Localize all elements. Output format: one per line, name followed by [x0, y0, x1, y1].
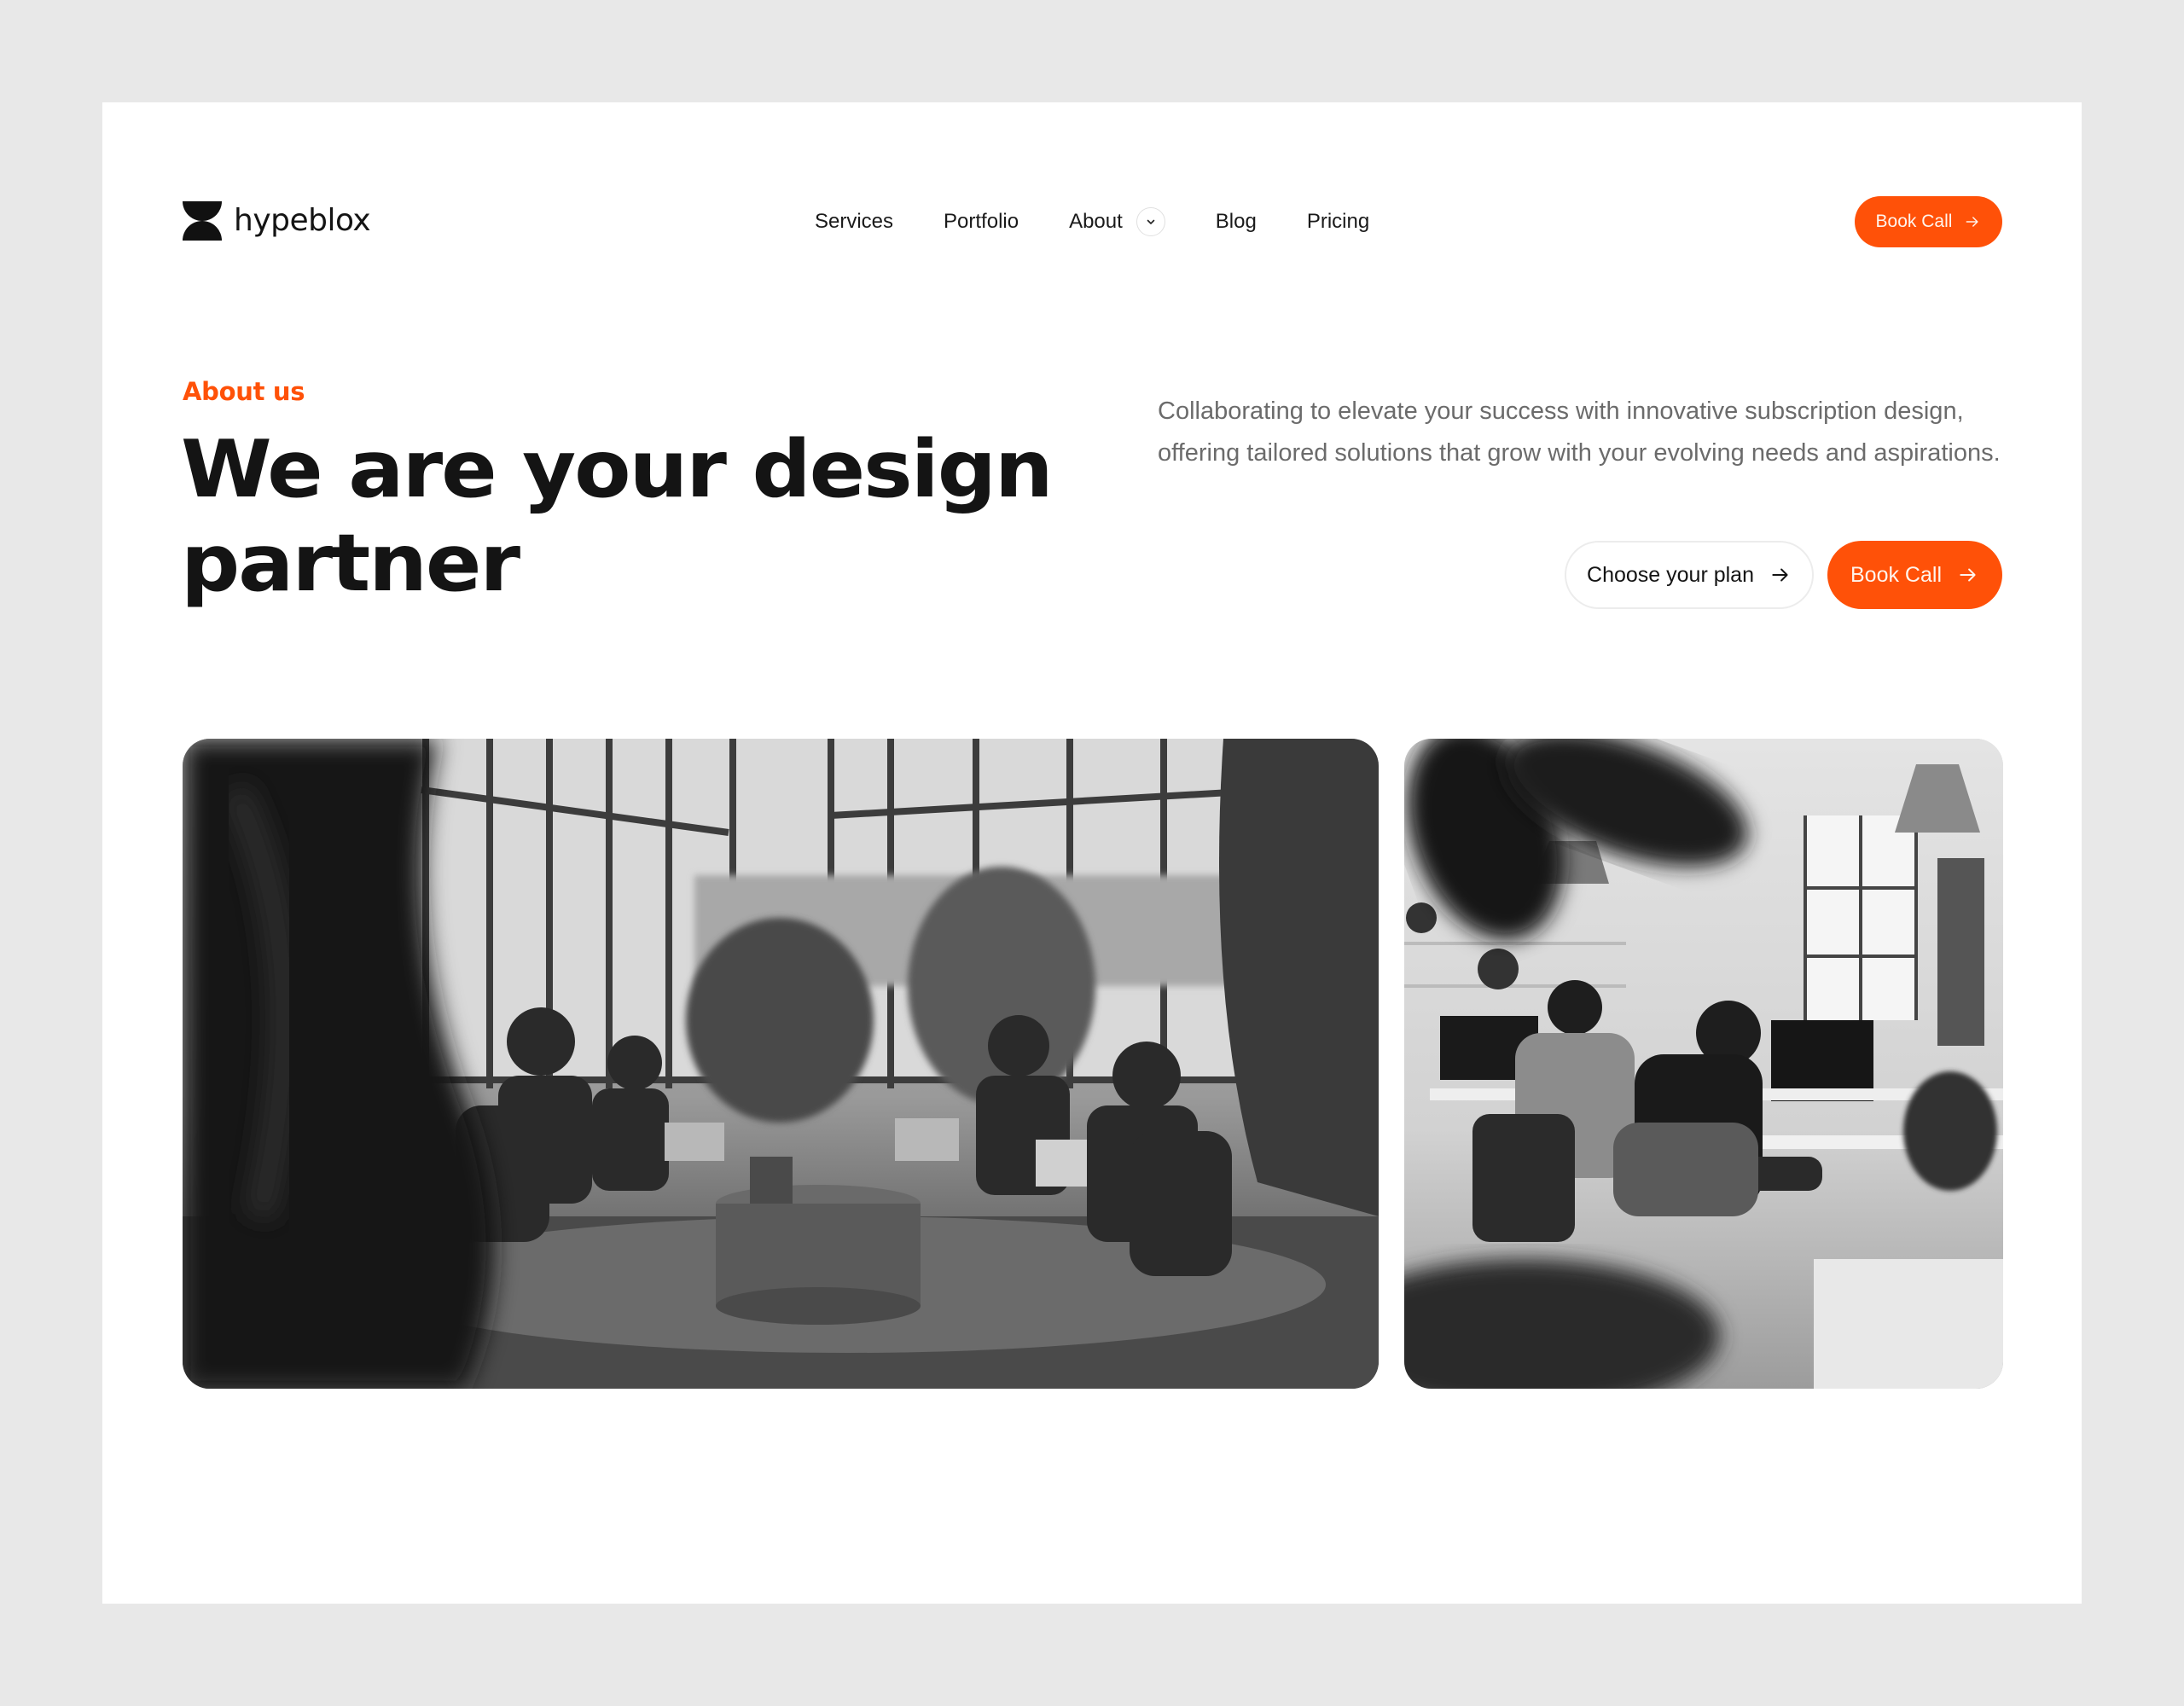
chevron-down-icon: [1147, 219, 1155, 224]
about-dropdown-toggle[interactable]: [1136, 207, 1165, 236]
nav-item-about[interactable]: About: [1069, 207, 1165, 236]
brand-name: hypeblox: [234, 203, 371, 238]
hero-headline: We are your design partner: [181, 422, 1068, 610]
header-book-call-label: Book Call: [1875, 212, 1953, 231]
nav-item-blog[interactable]: Blog: [1216, 210, 1257, 234]
choose-plan-button[interactable]: Choose your plan: [1565, 541, 1814, 609]
section-eyebrow: About us: [183, 377, 305, 406]
team-meeting-image: [183, 739, 1379, 1389]
hero-headline-line-1: We are your design: [181, 423, 1054, 515]
choose-plan-label: Choose your plan: [1587, 562, 1754, 587]
header-book-call-button[interactable]: Book Call: [1855, 196, 2002, 247]
nav-item-about-label: About: [1069, 210, 1123, 233]
office-desks-photo: [1404, 739, 2003, 1389]
hero-book-call-label: Book Call: [1850, 562, 1942, 587]
nav-item-portfolio[interactable]: Portfolio: [944, 210, 1019, 234]
hero-headline-line-2: partner: [181, 517, 520, 609]
office-desks-image: [1404, 739, 2003, 1389]
brand-logo[interactable]: hypeblox: [183, 201, 371, 241]
arrow-right-icon: [1966, 217, 1979, 227]
hero-cta-group: Choose your plan Book Call: [1565, 541, 2002, 609]
arrow-right-icon: [1772, 568, 1788, 582]
nav-item-pricing[interactable]: Pricing: [1307, 210, 1369, 234]
nav-item-services[interactable]: Services: [815, 210, 893, 234]
hero-description: Collaborating to elevate your success wi…: [1158, 397, 2001, 467]
arrow-right-icon: [1960, 568, 1976, 582]
team-meeting-photo: [183, 739, 1379, 1389]
hero-book-call-button[interactable]: Book Call: [1827, 541, 2002, 609]
main-nav: Services Portfolio About Blog Pricing: [815, 205, 1369, 239]
hourglass-logo-icon: [183, 201, 222, 241]
